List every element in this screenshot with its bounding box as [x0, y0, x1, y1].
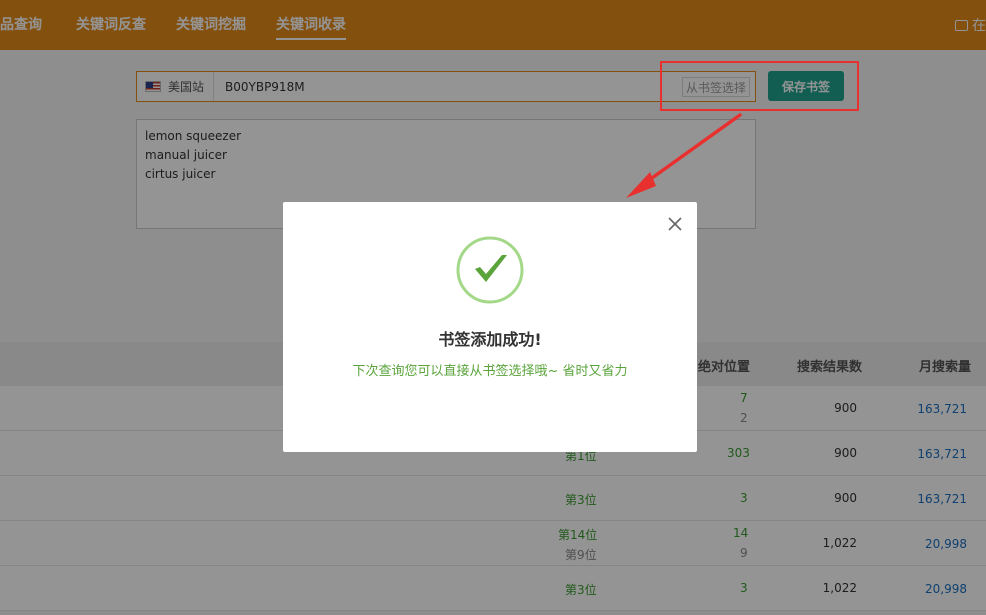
annotation-arrow-icon	[626, 113, 742, 198]
annotation-highlight-box	[660, 61, 859, 111]
success-modal: 书签添加成功! 下次查询您可以直接从书签选择哦~ 省时又省力	[283, 202, 697, 452]
success-check-icon	[456, 236, 524, 304]
close-icon[interactable]	[667, 216, 683, 232]
modal-title: 书签添加成功!	[438, 330, 542, 349]
modal-message: 下次查询您可以直接从书签选择哦~ 省时又省力	[352, 364, 628, 379]
